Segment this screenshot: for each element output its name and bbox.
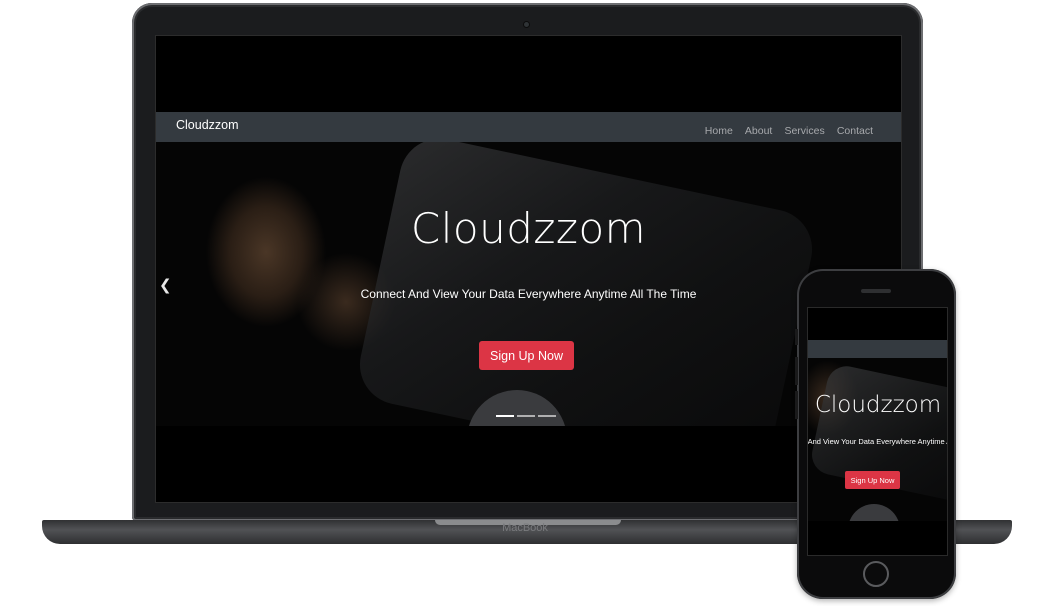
camera-icon bbox=[524, 22, 529, 27]
carousel-indicator[interactable] bbox=[517, 415, 535, 417]
carousel-indicator[interactable] bbox=[496, 415, 514, 417]
nav-links: Home About Services Contact bbox=[698, 119, 873, 138]
phone-screen: Cloudzzom Connect And View Your Data Eve… bbox=[807, 307, 948, 556]
nav-link-contact[interactable]: Contact bbox=[837, 125, 873, 137]
phone-hero-title: Cloudzzom bbox=[814, 392, 942, 418]
phone-speaker bbox=[861, 289, 891, 293]
phone-hero-subtitle: Connect And View Your Data Everywhere An… bbox=[808, 437, 947, 446]
phone-volume-down bbox=[795, 391, 798, 419]
sign-up-button[interactable]: Sign Up Now bbox=[479, 341, 574, 370]
phone-device: Cloudzzom Connect And View Your Data Eve… bbox=[795, 269, 956, 599]
chevron-left-icon[interactable]: ❮ bbox=[159, 276, 172, 294]
carousel-indicator[interactable] bbox=[538, 415, 556, 417]
hero-background-image bbox=[352, 142, 820, 426]
nav-link-home[interactable]: Home bbox=[705, 125, 733, 137]
navbar-brand[interactable]: Cloudzzom bbox=[176, 118, 239, 132]
phone-carousel-indicators bbox=[853, 510, 886, 521]
hero-carousel: Cloudzzom Connect And View Your Data Eve… bbox=[156, 142, 901, 426]
navbar: Cloudzzom Home About Services Contact bbox=[156, 112, 901, 142]
nav-link-about[interactable]: About bbox=[745, 125, 772, 137]
phone-hero: Cloudzzom Connect And View Your Data Eve… bbox=[808, 358, 947, 521]
laptop-screen: Cloudzzom Home About Services Contact Cl… bbox=[155, 35, 902, 503]
phone-sign-up-button[interactable]: Sign Up Now bbox=[845, 471, 900, 489]
phone-volume-up bbox=[795, 357, 798, 385]
carousel-indicators bbox=[496, 402, 559, 417]
phone-navbar bbox=[808, 340, 947, 358]
nav-link-services[interactable]: Services bbox=[784, 125, 824, 137]
home-button[interactable] bbox=[863, 561, 889, 587]
phone-mute-switch bbox=[795, 329, 798, 345]
hero-title: Cloudzzom bbox=[410, 204, 647, 253]
hero-subtitle: Connect And View Your Data Everywhere An… bbox=[360, 287, 697, 301]
device-label: MacBook bbox=[502, 522, 548, 534]
